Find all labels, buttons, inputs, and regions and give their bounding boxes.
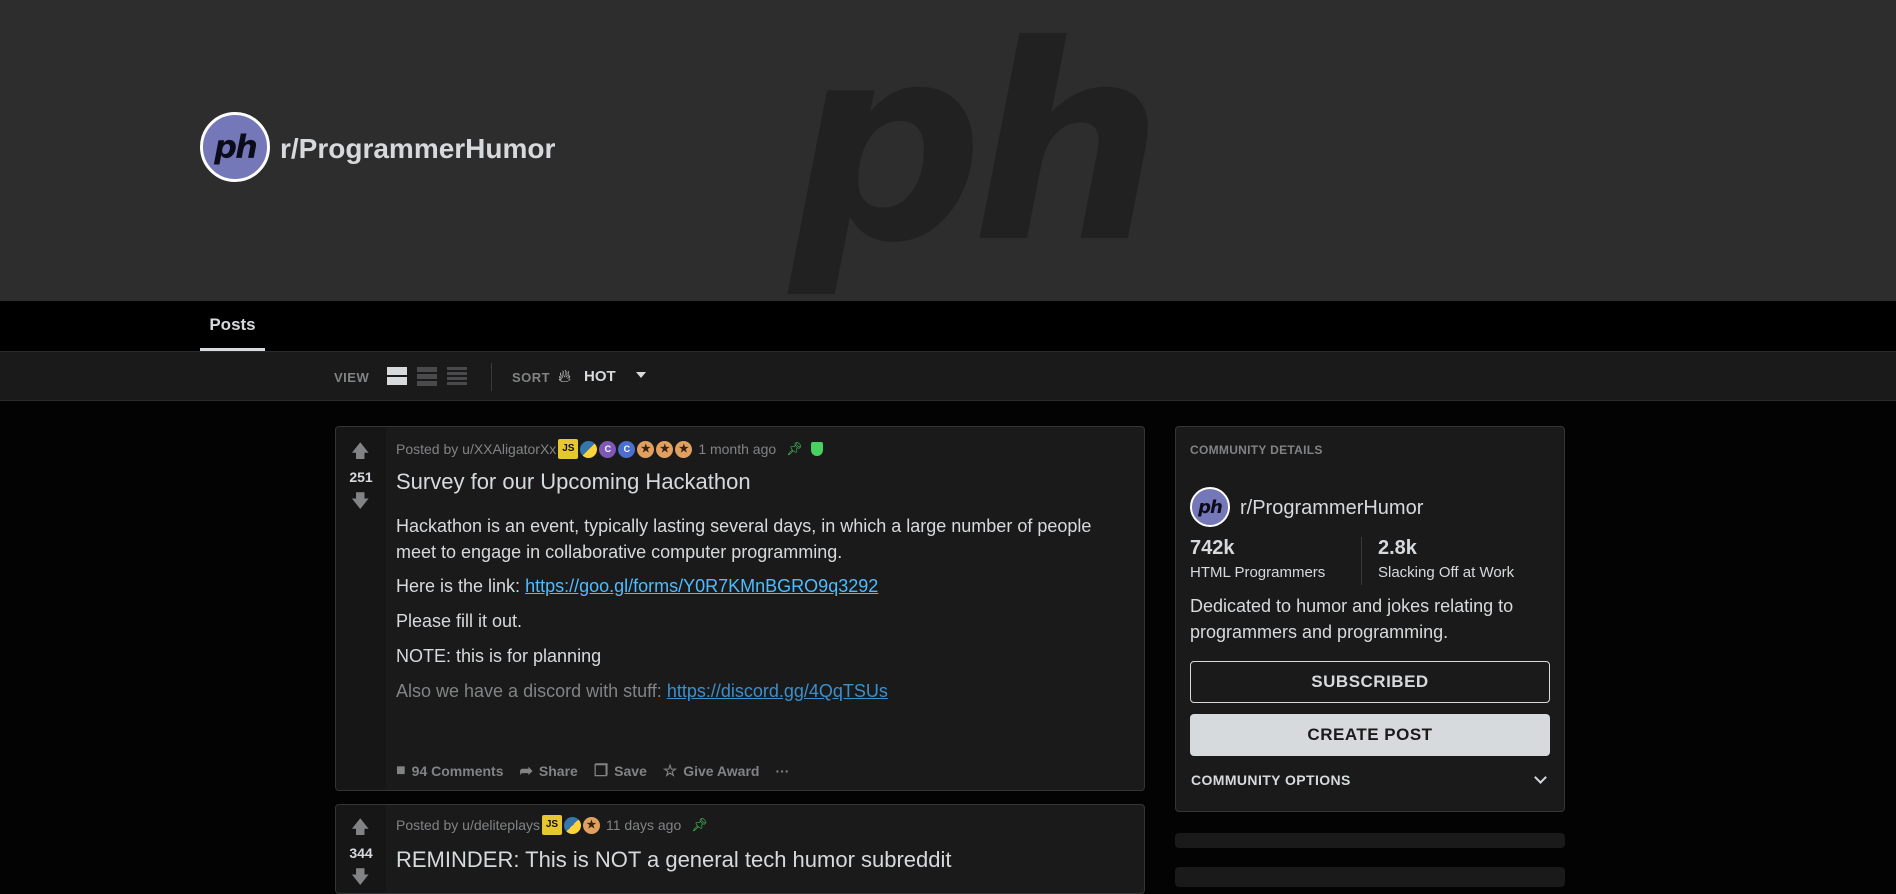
skills-flair-icon: ★ — [675, 440, 693, 458]
sidebar-card-placeholder — [1175, 867, 1565, 887]
avatar-text: ph — [1198, 496, 1223, 518]
mod-shield-icon — [810, 442, 823, 456]
form-link[interactable]: https://goo.gl/forms/Y0R7KMnBGRO9q3292 — [525, 576, 878, 596]
chevron-down-icon[interactable] — [1534, 771, 1547, 784]
discord-prefix: Also we have a discord with stuff: — [396, 681, 667, 701]
subreddit-avatar[interactable]: ph — [200, 112, 270, 182]
avatar-text: ph — [214, 128, 258, 166]
members-count: 742k — [1190, 537, 1235, 559]
comment-icon: ■ — [396, 762, 406, 779]
members-label: HTML Programmers — [1190, 564, 1326, 581]
post-time[interactable]: 11 days ago — [606, 817, 681, 833]
community-description: Dedicated to humor and jokes relating to… — [1190, 596, 1514, 642]
post-meta: Posted by u/XXAligatorXx JS C C ★ ★ ★ 1 … — [396, 439, 823, 459]
community-name[interactable]: r/ProgrammerHumor — [1240, 497, 1423, 520]
post-time[interactable]: 1 month ago — [698, 441, 776, 457]
view-compact-button[interactable] — [445, 365, 469, 387]
view-classic-button[interactable] — [415, 365, 439, 387]
js-flair-icon: JS — [558, 439, 579, 459]
post-card[interactable]: 🡅 344 🡇 Posted by u/deliteplays JS ★ 11 … — [335, 804, 1145, 894]
js-flair-icon: JS — [541, 815, 562, 835]
share-label: Share — [538, 763, 578, 779]
post-author[interactable]: Posted by u/deliteplays — [396, 817, 540, 833]
post-author[interactable]: Posted by u/XXAligatorXx — [396, 441, 556, 457]
award-icon: ☆ — [662, 763, 678, 780]
community-avatar[interactable]: ph — [1190, 487, 1230, 527]
post-card[interactable]: 🡅 251 🡇 Posted by u/XXAligatorXx JS C C … — [335, 426, 1145, 791]
save-button[interactable]: ❐ Save — [594, 761, 647, 781]
post-meta: Posted by u/deliteplays JS ★ 11 days ago… — [396, 815, 708, 835]
upvote-icon[interactable]: 🡅 — [351, 443, 370, 461]
online-count: 2.8k — [1378, 537, 1417, 559]
share-icon: ➦ — [519, 763, 533, 780]
toolbar-divider — [491, 363, 492, 391]
sort-toolbar: VIEW SORT 🔥︎ HOT — [0, 351, 1896, 401]
flame-icon: 🔥︎ — [558, 366, 572, 387]
sort-dropdown[interactable]: HOT — [584, 368, 616, 385]
skills-flair-icon: ★ — [637, 440, 655, 458]
vote-score: 344 — [349, 845, 373, 861]
stat-divider — [1361, 537, 1362, 585]
pin-icon: 📌︎ — [786, 441, 803, 456]
discord-link[interactable]: https://discord.gg/4QqTSUs — [667, 681, 888, 701]
sort-label: SORT — [512, 370, 551, 385]
python-flair-icon — [563, 816, 581, 834]
skills-flair-icon: ★ — [582, 816, 600, 834]
chevron-down-icon[interactable] — [636, 372, 646, 378]
post-paragraph: Here is the link: https://goo.gl/forms/Y… — [396, 573, 1136, 599]
online-label: Slacking Off at Work — [1378, 564, 1515, 581]
community-details-header: COMMUNITY DETAILS — [1190, 443, 1323, 457]
upvote-icon[interactable]: 🡅 — [351, 819, 370, 837]
vote-score: 251 — [349, 469, 373, 485]
post-paragraph: Hackathon is an event, typically lasting… — [396, 516, 1092, 562]
c-flair-icon: C — [599, 440, 617, 458]
create-post-button[interactable]: CREATE POST — [1190, 714, 1550, 756]
post-actions: ■ 94 Comments ➦ Share ❐ Save ☆ Give Award ··… — [396, 761, 805, 781]
c-flair-icon: C — [618, 440, 636, 458]
post-paragraph: NOTE: this is for planning — [396, 646, 602, 666]
comments-button[interactable]: ■ 94 Comments — [396, 762, 503, 780]
share-button[interactable]: ➦ Share — [519, 761, 577, 781]
post-title[interactable]: Survey for our Upcoming Hackathon — [396, 469, 751, 495]
give-award-button[interactable]: ☆ Give Award — [663, 761, 760, 781]
vote-column: 🡅 344 🡇 — [336, 805, 386, 893]
vote-column: 🡅 251 🡇 — [336, 427, 386, 790]
subscribed-button[interactable]: SUBSCRIBED — [1190, 661, 1550, 703]
award-label: Give Award — [683, 763, 760, 779]
skills-flair-icon: ★ — [656, 440, 674, 458]
post-title[interactable]: REMINDER: This is NOT a general tech hum… — [396, 847, 952, 873]
post-paragraph: Also we have a discord with stuff: https… — [396, 678, 1136, 704]
tab-posts[interactable]: Posts — [200, 301, 265, 351]
subreddit-title: r/ProgrammerHumor — [280, 133, 556, 164]
sidebar-card-placeholder — [1175, 833, 1565, 848]
banner-watermark: ph — [790, 0, 1163, 301]
comments-label: 94 Comments — [411, 763, 504, 779]
view-label: VIEW — [334, 370, 370, 385]
downvote-icon[interactable]: 🡇 — [351, 869, 370, 887]
tab-bar: Posts — [0, 301, 1896, 351]
more-options-button[interactable]: ··· — [775, 763, 789, 779]
view-card-button[interactable] — [385, 365, 409, 387]
python-flair-icon — [580, 440, 598, 458]
link-prefix: Here is the link: — [396, 576, 526, 596]
pin-icon: 📌︎ — [691, 817, 708, 832]
downvote-icon[interactable]: 🡇 — [351, 493, 370, 511]
save-label: Save — [614, 763, 647, 779]
community-details-card: COMMUNITY DETAILS ph r/ProgrammerHumor 7… — [1175, 426, 1565, 812]
bookmark-icon: ❐ — [593, 763, 609, 780]
community-options-toggle[interactable]: COMMUNITY OPTIONS — [1191, 772, 1351, 788]
post-paragraph: Please fill it out. — [396, 611, 523, 631]
